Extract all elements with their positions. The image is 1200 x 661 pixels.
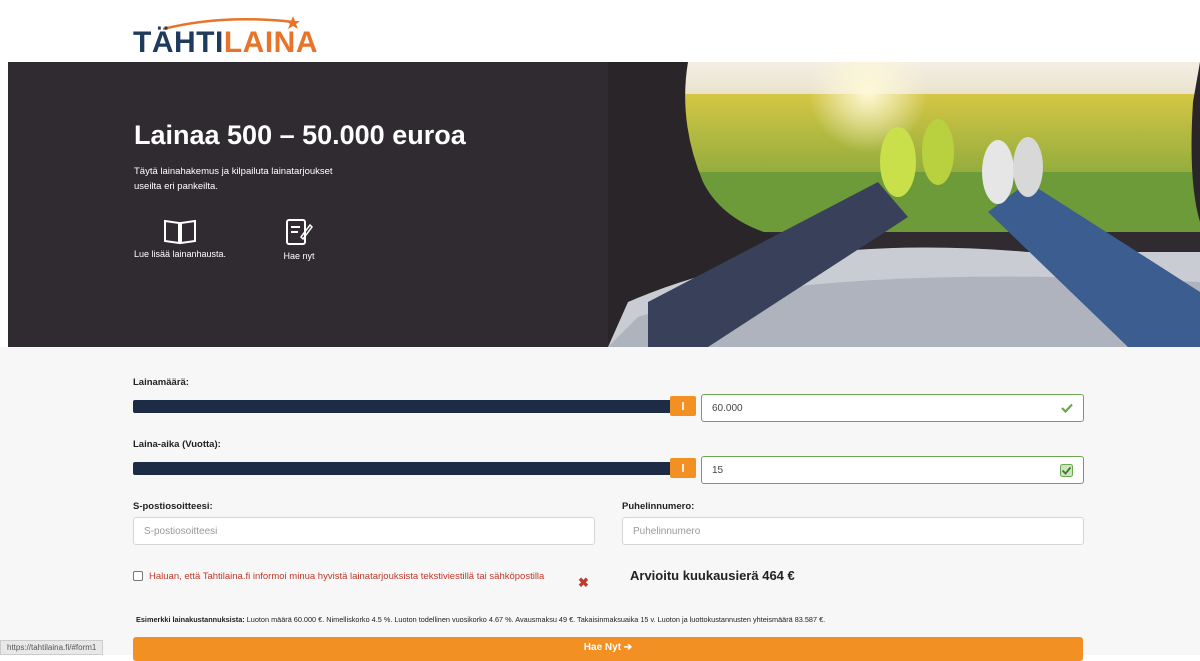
email-field[interactable] [133, 517, 595, 545]
loan-amount-slider[interactable] [133, 400, 693, 413]
loan-term-slider[interactable] [133, 462, 693, 475]
read-more-link[interactable]: Lue lisää lainanhausta. [132, 217, 228, 259]
consent-checkbox[interactable] [133, 571, 143, 581]
monthly-estimate: Arvioitu kuukausierä 464 € [630, 568, 795, 583]
hero-title: Lainaa 500 – 50.000 euroa [134, 120, 466, 150]
email-input[interactable] [144, 525, 584, 537]
loan-amount-input[interactable] [712, 402, 1073, 414]
loan-amount-label: Lainamäärä: [133, 377, 189, 388]
hero-image [608, 62, 1200, 347]
phone-field[interactable] [622, 517, 1084, 545]
email-label: S-postiosoitteesi: [133, 501, 213, 512]
apply-now-label: Hae nyt [283, 251, 315, 261]
loan-form: Lainamäärä: Laina-aika (Vuotta): S-posti… [0, 347, 1200, 661]
tahtilaina-logo[interactable]: TÄHTILAINA [133, 12, 353, 60]
book-icon [164, 219, 196, 245]
check-icon [1061, 403, 1073, 414]
edit-form-icon [286, 219, 313, 245]
status-bar-url: https://tahtilaina.fi/#form1 [0, 640, 104, 655]
cost-example-text: Luoton määrä 60.000 €. Nimelliskorko 4.5… [244, 615, 826, 624]
loan-term-slider-handle[interactable] [670, 458, 696, 478]
logo-part-laina: LAINA [223, 26, 318, 59]
read-more-label: Lue lisää lainanhausta. [133, 249, 227, 259]
error-x-icon: ✖ [578, 575, 589, 590]
logo-wordmark: TÄHTILAINA [133, 26, 318, 60]
phone-input[interactable] [633, 525, 1073, 537]
cost-example-label: Esimerkki lainakustannuksista: [136, 615, 245, 624]
loan-term-input[interactable] [712, 464, 1073, 476]
hero-banner: Lainaa 500 – 50.000 euroa Täytä lainahak… [8, 62, 1200, 347]
logo-part-tahti: TÄHTI [133, 26, 224, 59]
loan-term-label: Laina-aika (Vuotta): [133, 439, 221, 450]
loan-amount-field[interactable] [701, 394, 1084, 422]
hero-subtitle: Täytä lainahakemus ja kilpailuta lainata… [134, 166, 333, 192]
loan-amount-slider-handle[interactable] [670, 396, 696, 416]
consent-text[interactable]: Haluan, että Tahtilaina.fi informoi minu… [149, 569, 569, 584]
cost-example: Esimerkki lainakustannuksista: Luoton mä… [136, 615, 1086, 624]
submit-button[interactable]: Hae Nyt ➔ [133, 637, 1083, 661]
apply-now-link[interactable]: Hae nyt [274, 217, 324, 261]
phone-label: Puhelinnumero: [622, 501, 695, 512]
checkbox-checked-icon [1060, 464, 1073, 477]
loan-term-field[interactable] [701, 456, 1084, 484]
site-header: TÄHTILAINA [0, 0, 1200, 62]
